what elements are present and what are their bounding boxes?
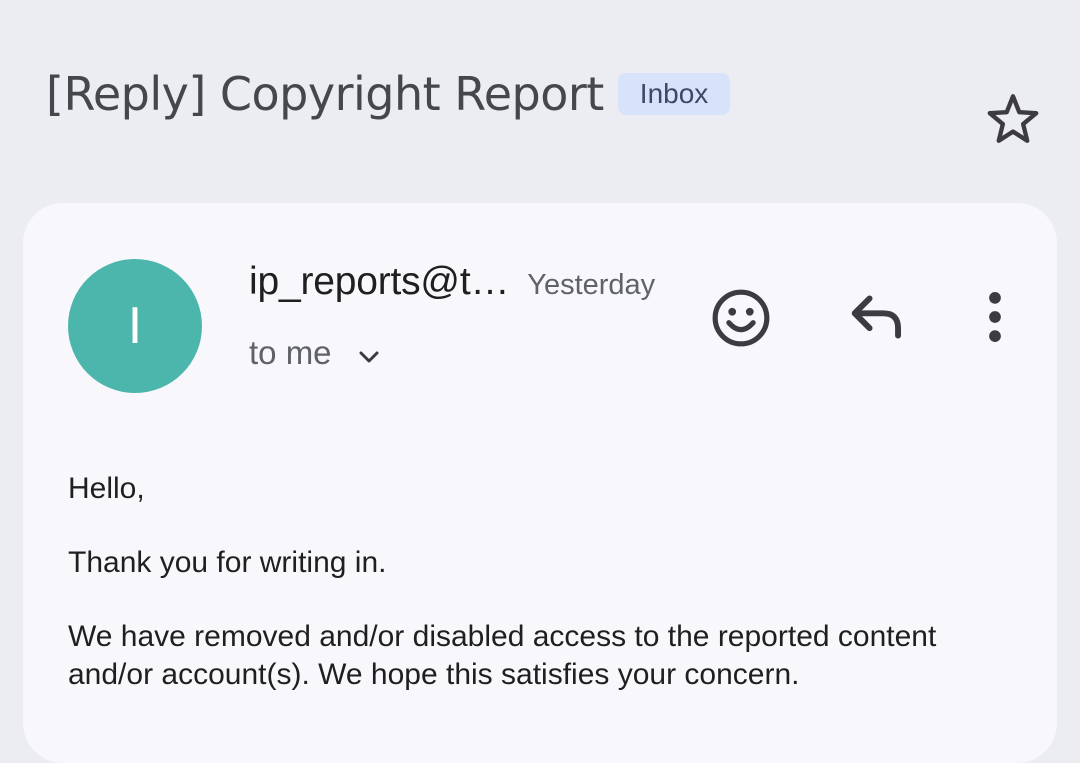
reply-button[interactable] — [844, 286, 910, 348]
star-outline-icon — [987, 94, 1039, 143]
more-options-button[interactable] — [972, 286, 1018, 348]
sender-line: ip_reports@t… Yesterday — [249, 260, 655, 312]
recipient-text: to me — [249, 334, 332, 371]
email-subject: [Reply] Copyright Report — [46, 67, 604, 121]
add-reaction-button[interactable] — [706, 283, 776, 353]
message-body: Hello, Thank you for writing in. We have… — [68, 470, 1028, 730]
more-vert-icon — [989, 292, 1001, 342]
body-paragraph: We have removed and/or disabled access t… — [68, 620, 937, 691]
inbox-label-chip[interactable]: Inbox — [617, 73, 731, 115]
body-paragraph: Thank you for writing in. — [68, 546, 387, 579]
recipient-details-toggle[interactable]: to me — [249, 330, 384, 376]
message-date: Yesterday — [527, 269, 656, 301]
body-paragraph: Hello, — [68, 472, 145, 505]
email-header: [Reply] Copyright Report Inbox — [46, 62, 946, 126]
avatar-initial: I — [127, 297, 143, 355]
smiley-icon — [712, 289, 770, 347]
avatar[interactable]: I — [68, 259, 202, 393]
chevron-down-icon — [359, 351, 379, 363]
sender-address[interactable]: ip_reports@t… — [249, 260, 509, 304]
star-button[interactable] — [980, 88, 1046, 150]
reply-icon — [851, 295, 902, 339]
